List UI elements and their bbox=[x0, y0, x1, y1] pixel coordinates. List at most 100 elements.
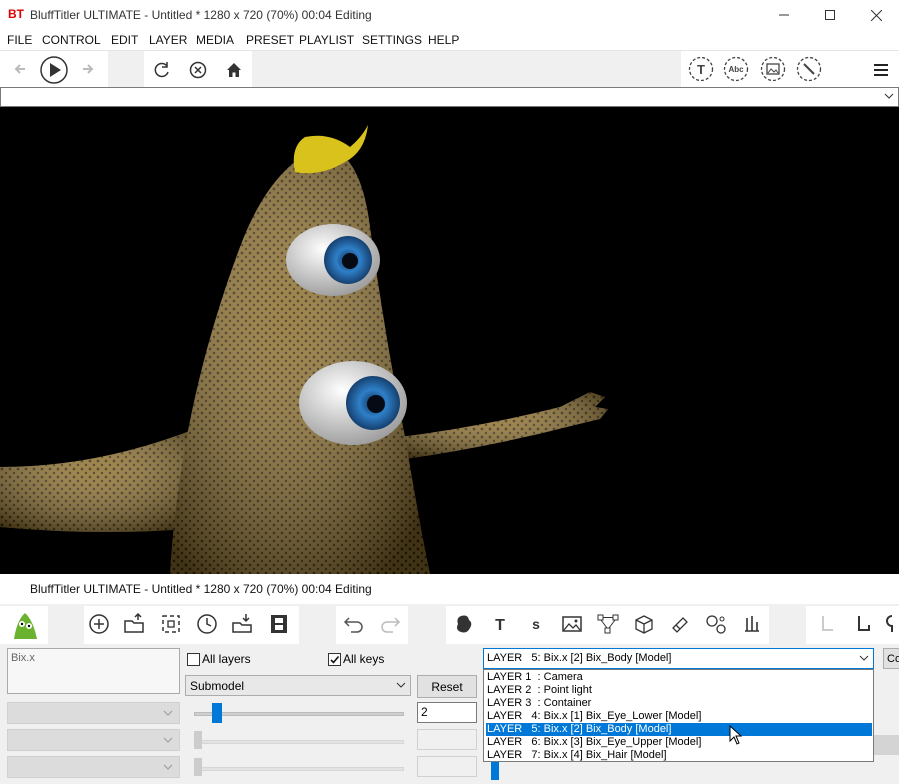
all-keys-checkbox[interactable] bbox=[328, 653, 341, 666]
chevron-down-icon bbox=[884, 93, 894, 99]
play-icon bbox=[40, 56, 68, 84]
all-layers-checkbox[interactable] bbox=[187, 653, 200, 666]
pen-layer-icon[interactable] bbox=[796, 56, 822, 82]
property-select-3[interactable] bbox=[7, 756, 180, 778]
cube-icon[interactable] bbox=[632, 612, 656, 636]
maximize-icon bbox=[825, 10, 835, 20]
copy-button[interactable]: Co bbox=[883, 648, 899, 669]
title-bar: BT BluffTitler ULTIMATE - Untitled * 128… bbox=[0, 0, 899, 30]
submodel-select-value: Submodel bbox=[190, 679, 245, 693]
undo-icon[interactable] bbox=[342, 612, 366, 636]
layer-name-box[interactable]: Bix.x bbox=[7, 648, 180, 694]
clock-icon[interactable] bbox=[195, 612, 219, 636]
menu-settings[interactable]: SETTINGS bbox=[362, 33, 422, 47]
layer-right-icon[interactable] bbox=[851, 612, 875, 636]
menu-control[interactable]: CONTROL bbox=[42, 33, 101, 47]
text-layer-icon[interactable]: T bbox=[688, 56, 714, 82]
stop-icon[interactable] bbox=[188, 60, 208, 80]
hamburger-menu-icon[interactable] bbox=[871, 60, 891, 80]
slider-track-2[interactable] bbox=[194, 740, 404, 744]
timeline-playhead[interactable] bbox=[491, 760, 499, 780]
minimize-button[interactable] bbox=[761, 0, 807, 30]
back-arrow-icon[interactable] bbox=[12, 61, 28, 77]
chevron-down-icon bbox=[859, 655, 869, 661]
node-path-icon[interactable] bbox=[596, 612, 620, 636]
redo-icon[interactable] bbox=[378, 612, 402, 636]
spline-layer-icon[interactable]: s bbox=[524, 612, 548, 636]
value-input-text: 2 bbox=[421, 705, 428, 719]
layer-name-text: Bix.x bbox=[11, 652, 35, 664]
slider-track-1[interactable] bbox=[194, 712, 404, 716]
menu-file[interactable]: FILE bbox=[7, 33, 32, 47]
app-logo: BT bbox=[8, 7, 24, 21]
svg-text:Abc: Abc bbox=[728, 65, 744, 74]
eraser-icon[interactable] bbox=[668, 612, 692, 636]
preset-combobox[interactable] bbox=[0, 87, 899, 107]
home-icon[interactable] bbox=[224, 60, 244, 80]
menu-media[interactable]: MEDIA bbox=[196, 33, 234, 47]
forward-arrow-icon[interactable] bbox=[80, 61, 96, 77]
chevron-down-icon bbox=[163, 737, 173, 743]
layer-option[interactable]: LAYER 4: Bix.x [1] Bix_Eye_Lower [Model] bbox=[486, 710, 872, 723]
abc-text-icon[interactable]: Abc bbox=[723, 56, 749, 82]
panel-title: BluffTitler ULTIMATE - Untitled * 1280 x… bbox=[30, 582, 372, 596]
layer-option[interactable]: LAYER 2 : Point light bbox=[486, 684, 872, 697]
bix-mascot-icon bbox=[8, 610, 42, 640]
picture-layer-icon[interactable] bbox=[760, 56, 786, 82]
slider-track-3[interactable] bbox=[194, 767, 404, 771]
slider-thumb-2[interactable] bbox=[194, 731, 202, 749]
plugin-icon[interactable] bbox=[740, 612, 764, 636]
value-input[interactable]: 2 bbox=[417, 702, 477, 723]
property-select-1[interactable] bbox=[7, 702, 180, 724]
checkmark-icon bbox=[330, 655, 340, 664]
all-keys-label: All keys bbox=[343, 652, 385, 666]
menu-preset[interactable]: PRESET bbox=[246, 33, 294, 47]
chevron-down-icon bbox=[396, 682, 406, 688]
menu-edit[interactable]: EDIT bbox=[111, 33, 138, 47]
value-input-3[interactable] bbox=[417, 756, 477, 777]
play-button[interactable] bbox=[38, 54, 70, 86]
layer-option[interactable]: LAYER 6: Bix.x [3] Bix_Eye_Upper [Model] bbox=[486, 736, 872, 749]
layer-option[interactable]: LAYER 1 : Camera bbox=[486, 671, 872, 684]
open-folder-icon[interactable] bbox=[123, 612, 147, 636]
render-preview[interactable] bbox=[0, 107, 899, 574]
panel-title-bar: BluffTitler ULTIMATE - Untitled * 1280 x… bbox=[0, 574, 899, 604]
main-toolbar: T Abc bbox=[0, 50, 899, 88]
timeline-strip bbox=[874, 735, 899, 755]
minimize-icon bbox=[779, 14, 789, 16]
svg-text:s: s bbox=[532, 616, 540, 632]
layer-option[interactable]: LAYER 7: Bix.x [4] Bix_Hair [Model] bbox=[486, 749, 872, 762]
maximize-button[interactable] bbox=[807, 0, 853, 30]
layer-option-selected[interactable]: LAYER 5: Bix.x [2] Bix_Body [Model] bbox=[486, 723, 872, 736]
import-folder-icon[interactable] bbox=[231, 612, 255, 636]
property-select-2[interactable] bbox=[7, 729, 180, 751]
select-area-icon[interactable] bbox=[159, 612, 183, 636]
copy-button-label: Co bbox=[887, 652, 899, 665]
link-icon[interactable] bbox=[882, 612, 899, 636]
refresh-icon[interactable] bbox=[152, 60, 172, 80]
submodel-select[interactable]: Submodel bbox=[185, 675, 411, 696]
layer-select-value: LAYER 5: Bix.x [2] Bix_Body [Model] bbox=[487, 652, 672, 664]
add-layer-icon[interactable] bbox=[87, 612, 111, 636]
monster-render bbox=[0, 125, 608, 574]
svg-text:T: T bbox=[697, 62, 705, 77]
text-layer-icon[interactable]: T bbox=[488, 612, 512, 636]
reset-button[interactable]: Reset bbox=[417, 675, 477, 698]
layer-select[interactable]: LAYER 5: Bix.x [2] Bix_Body [Model] bbox=[483, 648, 874, 669]
layer-option[interactable]: LAYER 3 : Container bbox=[486, 697, 872, 710]
blob-layer-icon[interactable] bbox=[452, 612, 476, 636]
picture-layer-icon[interactable] bbox=[560, 612, 584, 636]
value-input-2[interactable] bbox=[417, 729, 477, 750]
close-button[interactable] bbox=[853, 0, 899, 30]
slider-thumb-3[interactable] bbox=[194, 758, 202, 776]
layer-left-icon[interactable] bbox=[815, 612, 839, 636]
film-strip-icon[interactable] bbox=[267, 612, 291, 636]
menu-layer[interactable]: LAYER bbox=[149, 33, 187, 47]
svg-text:T: T bbox=[495, 617, 505, 634]
slider-thumb-1[interactable] bbox=[211, 703, 222, 723]
particles-icon[interactable] bbox=[704, 612, 728, 636]
menu-help[interactable]: HELP bbox=[428, 33, 459, 47]
menu-playlist[interactable]: PLAYLIST bbox=[299, 33, 354, 47]
all-layers-label: All layers bbox=[202, 652, 251, 666]
layer-dropdown-list[interactable]: LAYER 1 : Camera LAYER 2 : Point light L… bbox=[483, 669, 874, 762]
